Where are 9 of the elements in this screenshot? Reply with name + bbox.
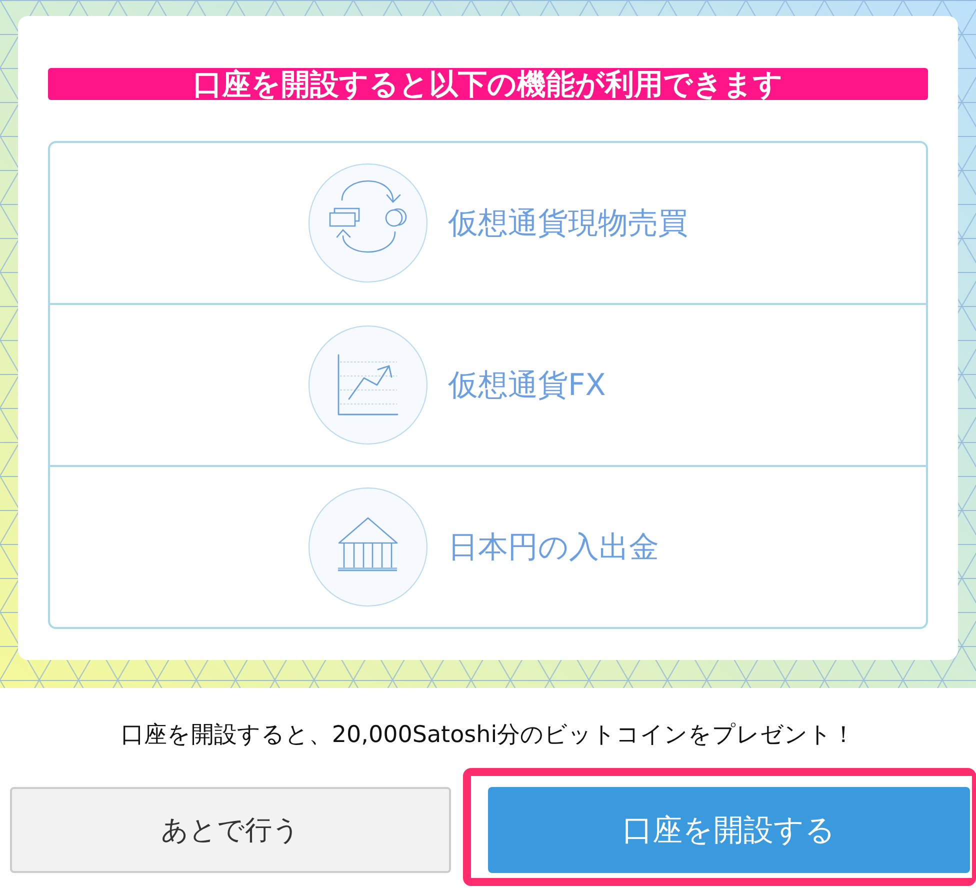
- bank-icon: [308, 487, 428, 607]
- later-button[interactable]: あとで行う: [10, 787, 451, 873]
- bonus-note: 口座を開設すると、20,000Satoshi分のビットコインをプレゼント！: [120, 721, 856, 750]
- circular-arrows-icon: [308, 163, 428, 283]
- feature-label: 仮想通貨現物売買: [448, 204, 688, 242]
- feature-label: 日本円の入出金: [448, 528, 659, 566]
- feature-label: 仮想通貨FX: [448, 366, 606, 404]
- banner-title: 口座を開設すると以下の機能が利用できます: [48, 68, 928, 100]
- line-chart-icon: [308, 325, 428, 445]
